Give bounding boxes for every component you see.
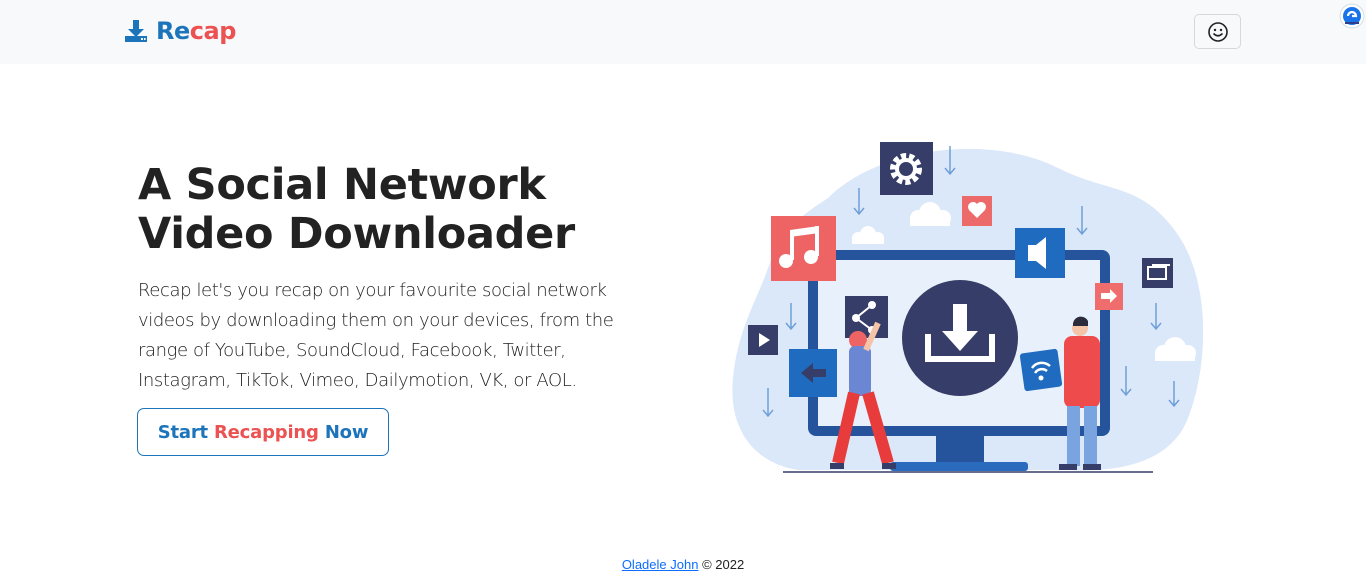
cta-recapping-text: Recapping (214, 421, 319, 443)
brand-logo[interactable]: Recap (123, 17, 236, 45)
brand-name: Recap (156, 17, 236, 45)
people-downloading-media-illustration (732, 142, 1204, 473)
cta-now-text: Now (324, 421, 369, 443)
hero-title-line2: Video Downloader (138, 209, 575, 259)
copyright-text: © 2022 (702, 557, 745, 572)
hero-title: A Social Network Video Downloader (138, 161, 658, 259)
hero-description: Recap let's you recap on your favourite … (138, 280, 614, 391)
start-recapping-button[interactable]: Start Recapping Now (137, 408, 389, 456)
brand-name-re: Re (156, 17, 190, 45)
cta-start-text: Start (157, 421, 208, 443)
footer: Oladele John © 2022 (0, 557, 1366, 572)
download-tray-icon (125, 20, 147, 42)
author-link[interactable]: Oladele John (622, 557, 699, 572)
theme-toggle-button[interactable] (1194, 14, 1241, 49)
smiley-face-icon (1207, 21, 1228, 42)
browser-extension-icon[interactable] (1339, 3, 1365, 29)
navbar: Recap (0, 0, 1366, 64)
brand-name-cap: cap (189, 17, 237, 45)
hero-title-line1: A Social Network (138, 160, 546, 210)
